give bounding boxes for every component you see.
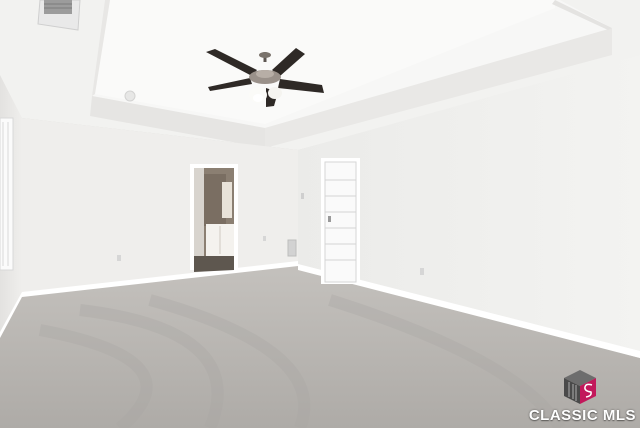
- room-illustration: [0, 0, 640, 428]
- watermark: CLASSIC MLS: [506, 368, 636, 424]
- bathroom-mirror-light: [222, 182, 232, 218]
- window-left: [0, 117, 14, 271]
- recessed-light-icon: [124, 90, 136, 102]
- light-switch-icon: [301, 193, 304, 199]
- watermark-brand-text: CLASSIC MLS: [528, 407, 636, 424]
- bathroom-tile-floor: [194, 256, 234, 272]
- outlet-icon-left: [117, 255, 121, 261]
- outlet-icon-back: [263, 236, 266, 241]
- floor-vent-icon: [287, 239, 297, 257]
- classic-mls-cube-logo-icon: [564, 370, 596, 404]
- bathroom-side-wall: [194, 168, 204, 270]
- outlet-icon: [420, 268, 424, 275]
- door-knob-icon: [328, 216, 331, 222]
- room-photo: CLASSIC MLS: [0, 0, 640, 428]
